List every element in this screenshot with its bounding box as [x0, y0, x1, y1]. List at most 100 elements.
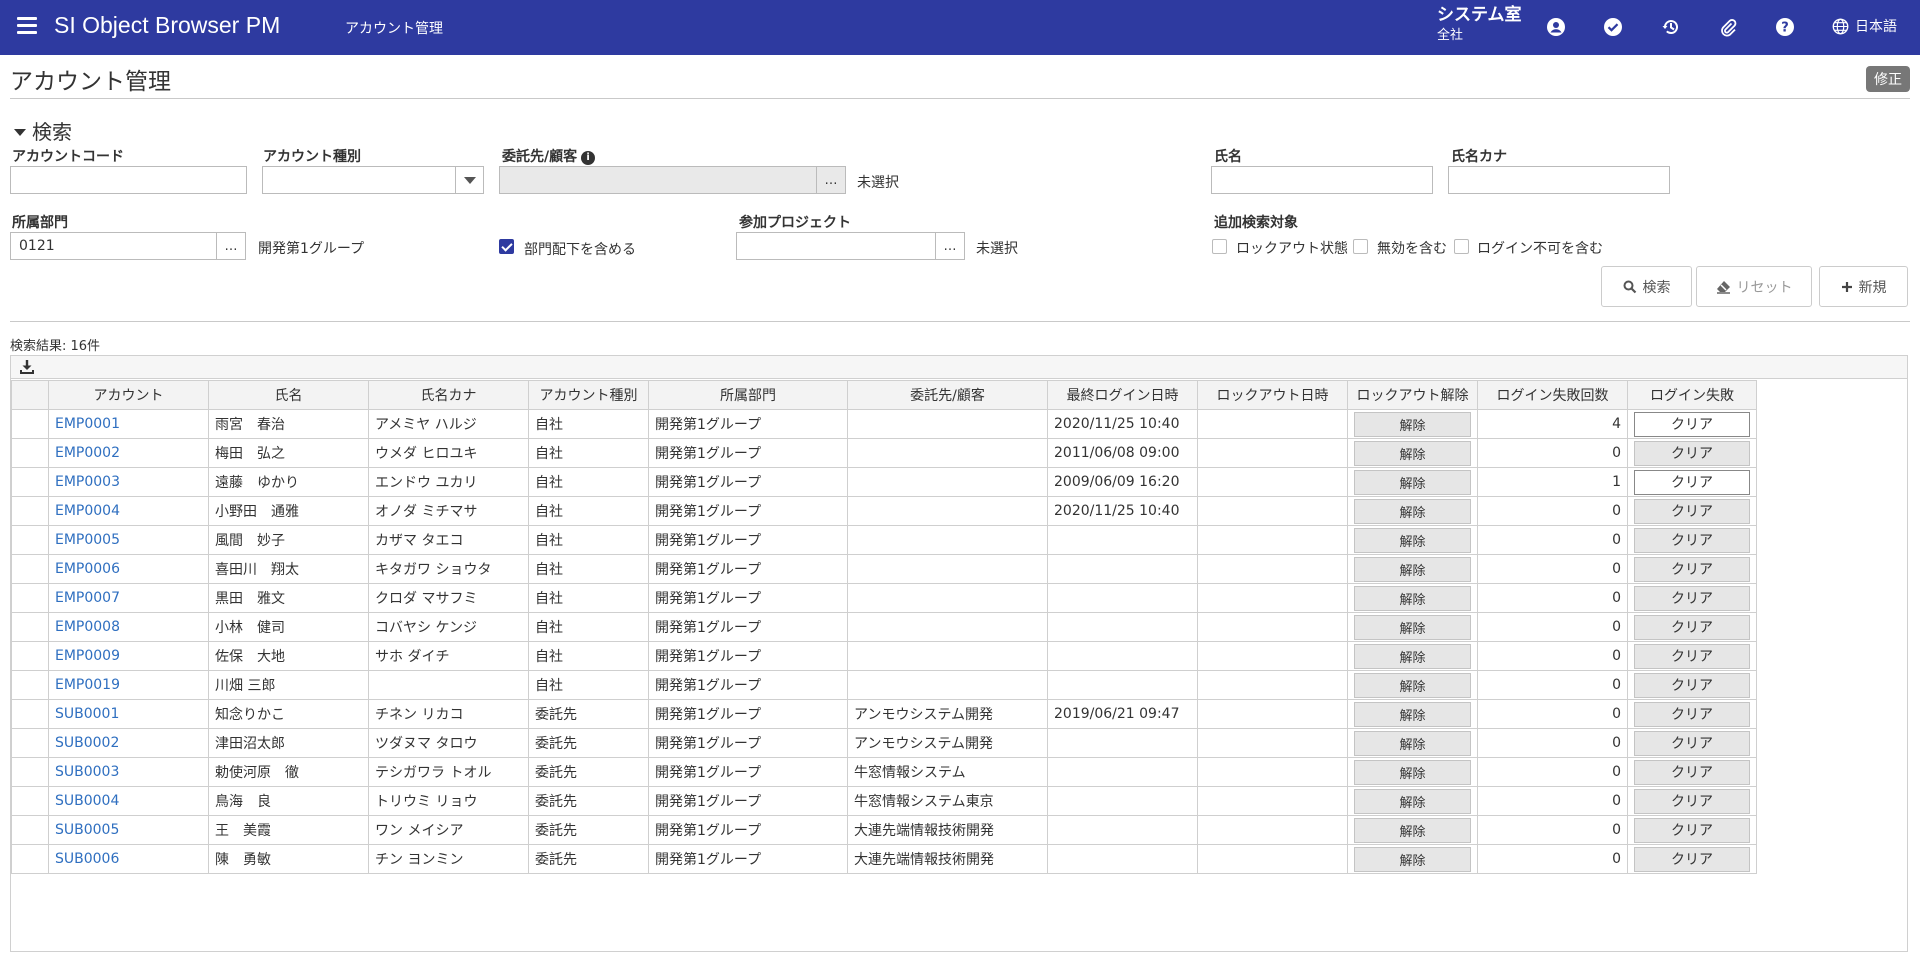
- account-type-select[interactable]: [262, 166, 484, 194]
- project-input[interactable]: [736, 232, 936, 260]
- table-row[interactable]: SUB0001 知念りかこ チネン リカコ 委託先 開発第1グループ アンモウシステム開発…: [11, 699, 1757, 729]
- account-link[interactable]: EMP0009: [48, 641, 209, 671]
- client-picker-button[interactable]: …: [816, 166, 846, 194]
- app-title[interactable]: SI Object Browser PM: [54, 12, 280, 39]
- row-selector[interactable]: [11, 757, 49, 787]
- download-icon[interactable]: [19, 359, 35, 375]
- table-row[interactable]: SUB0006 陳 勇敏 チン ヨンミン 委託先 開発第1グループ 大連先端情報技術開発 解…: [11, 844, 1757, 874]
- search-button[interactable]: 検索: [1601, 266, 1692, 307]
- table-row[interactable]: EMP0008 小林 健司 コバヤシ ケンジ 自社 開発第1グループ 解除 0 クリア: [11, 612, 1757, 642]
- row-selector[interactable]: [11, 554, 49, 584]
- clear-button[interactable]: クリア: [1634, 498, 1750, 524]
- row-selector[interactable]: [11, 728, 49, 758]
- chevron-down-icon[interactable]: [455, 166, 483, 194]
- column-header[interactable]: アカウント種別: [528, 380, 649, 410]
- unlock-button[interactable]: 解除: [1354, 614, 1471, 640]
- account-link[interactable]: SUB0005: [48, 815, 209, 845]
- table-row[interactable]: EMP0006 喜田川 翔太 キタガワ ショウタ 自社 開発第1グループ 解除 0 クリア: [11, 554, 1757, 584]
- row-selector[interactable]: [11, 583, 49, 613]
- history-icon[interactable]: [1660, 16, 1682, 38]
- unlock-button[interactable]: 解除: [1354, 759, 1471, 785]
- unlock-button[interactable]: 解除: [1354, 498, 1471, 524]
- table-row[interactable]: EMP0003 遠藤 ゆかり エンドウ ユカリ 自社 開発第1グループ 2009/06/0…: [11, 467, 1757, 497]
- account-link[interactable]: SUB0001: [48, 699, 209, 729]
- row-selector[interactable]: [11, 641, 49, 671]
- clear-button[interactable]: クリア: [1634, 817, 1750, 843]
- user-circle-icon[interactable]: [1545, 16, 1567, 38]
- clear-button[interactable]: クリア: [1634, 643, 1750, 669]
- unlock-button[interactable]: 解除: [1354, 585, 1471, 611]
- table-row[interactable]: EMP0005 風間 妙子 カザマ タエコ 自社 開発第1グループ 解除 0 クリア: [11, 525, 1757, 555]
- column-header[interactable]: 最終ログイン日時: [1047, 380, 1198, 410]
- clear-button[interactable]: クリア: [1634, 440, 1750, 466]
- row-selector[interactable]: [11, 525, 49, 555]
- account-link[interactable]: EMP0007: [48, 583, 209, 613]
- clear-button[interactable]: クリア: [1634, 759, 1750, 785]
- table-row[interactable]: EMP0019 川畑 三郎 自社 開発第1グループ 解除 0 クリア: [11, 670, 1757, 700]
- paperclip-icon[interactable]: [1717, 16, 1739, 38]
- row-selector[interactable]: [11, 612, 49, 642]
- column-header[interactable]: 委託先/顧客: [847, 380, 1048, 410]
- row-selector[interactable]: [11, 699, 49, 729]
- column-header[interactable]: 氏名カナ: [368, 380, 529, 410]
- clear-button[interactable]: クリア: [1634, 527, 1750, 553]
- unlock-button[interactable]: 解除: [1354, 701, 1471, 727]
- row-selector[interactable]: [11, 409, 49, 439]
- account-link[interactable]: EMP0002: [48, 438, 209, 468]
- clear-button[interactable]: クリア: [1634, 846, 1750, 872]
- column-header[interactable]: 所属部門: [648, 380, 848, 410]
- account-link[interactable]: EMP0006: [48, 554, 209, 584]
- check-circle-icon[interactable]: [1602, 16, 1624, 38]
- column-header[interactable]: ログイン失敗回数: [1477, 380, 1628, 410]
- organization[interactable]: システム室 全社: [1437, 7, 1522, 43]
- table-row[interactable]: SUB0004 鳥海 良トリウミ リョウ 委託先 開発第1グループ 牛窓情報システム東京…: [11, 786, 1757, 816]
- account-link[interactable]: EMP0008: [48, 612, 209, 642]
- column-header[interactable]: ログイン失敗: [1627, 380, 1757, 410]
- account-code-input[interactable]: [10, 166, 247, 194]
- help-icon[interactable]: ?: [1774, 16, 1796, 38]
- row-selector[interactable]: [11, 496, 49, 526]
- account-link[interactable]: EMP0005: [48, 525, 209, 555]
- clear-button[interactable]: クリア: [1634, 788, 1750, 814]
- clear-button[interactable]: クリア: [1634, 585, 1750, 611]
- unlock-button[interactable]: 解除: [1354, 440, 1471, 466]
- row-selector[interactable]: [11, 438, 49, 468]
- dept-code-input[interactable]: [10, 232, 217, 260]
- lockout-checkbox[interactable]: [1212, 239, 1227, 254]
- account-link[interactable]: EMP0001: [48, 409, 209, 439]
- clear-button[interactable]: クリア: [1634, 701, 1750, 727]
- unlock-button[interactable]: 解除: [1354, 556, 1471, 582]
- include-sub-checkbox[interactable]: [499, 239, 514, 254]
- unlock-button[interactable]: 解除: [1354, 469, 1471, 495]
- unlock-button[interactable]: 解除: [1354, 788, 1471, 814]
- row-selector[interactable]: [11, 844, 49, 874]
- dept-picker-button[interactable]: …: [216, 232, 246, 260]
- unlock-button[interactable]: 解除: [1354, 817, 1471, 843]
- unlock-button[interactable]: 解除: [1354, 730, 1471, 756]
- name-input[interactable]: [1211, 166, 1433, 194]
- info-icon[interactable]: i: [581, 150, 596, 165]
- clear-button[interactable]: クリア: [1634, 411, 1750, 437]
- row-selector[interactable]: [11, 786, 49, 816]
- unlock-button[interactable]: 解除: [1354, 672, 1471, 698]
- table-row[interactable]: SUB0003 勅使河原 徹テシガワラ トオル 委託先 開発第1グループ 牛窓情報システ…: [11, 757, 1757, 787]
- table-row[interactable]: EMP0007 黒田 雅文 クロダ マサフミ 自社 開発第1グループ 解除 0 クリア: [11, 583, 1757, 613]
- account-link[interactable]: SUB0003: [48, 757, 209, 787]
- column-header[interactable]: ロックアウト日時: [1197, 380, 1348, 410]
- edit-button[interactable]: 修正: [1866, 66, 1910, 92]
- row-selector[interactable]: [11, 670, 49, 700]
- clear-button[interactable]: クリア: [1634, 614, 1750, 640]
- table-row[interactable]: EMP0004 小野田 通雅 オノダ ミチマサ 自社 開発第1グループ 2020/11/2…: [11, 496, 1757, 526]
- account-link[interactable]: EMP0019: [48, 670, 209, 700]
- clear-button[interactable]: クリア: [1634, 672, 1750, 698]
- language-selector[interactable]: 日本語: [1832, 16, 1897, 36]
- reset-button[interactable]: リセット: [1696, 266, 1812, 307]
- clear-button[interactable]: クリア: [1634, 556, 1750, 582]
- account-link[interactable]: EMP0004: [48, 496, 209, 526]
- hamburger-icon[interactable]: [17, 17, 37, 35]
- unlock-button[interactable]: 解除: [1354, 527, 1471, 553]
- unlock-button[interactable]: 解除: [1354, 411, 1471, 437]
- table-row[interactable]: EMP0002 梅田 弘之 ウメダ ヒロユキ 自社 開発第1グループ 2011/06/08…: [11, 438, 1757, 468]
- column-header[interactable]: アカウント: [48, 380, 209, 410]
- new-button[interactable]: 新規: [1819, 266, 1908, 307]
